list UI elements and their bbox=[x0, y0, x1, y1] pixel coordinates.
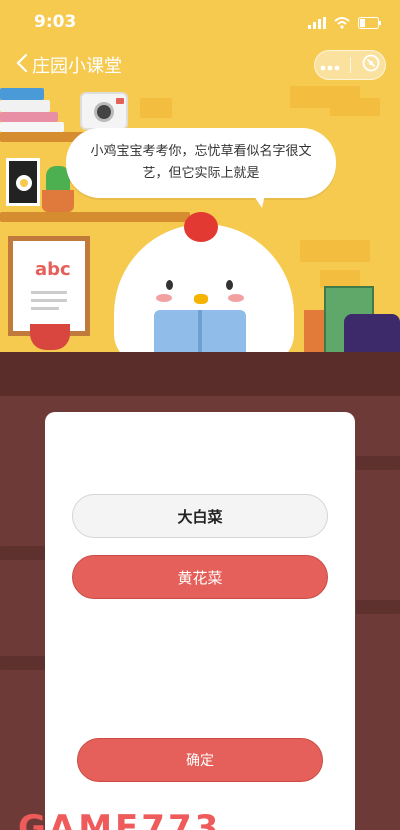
status-icons bbox=[308, 14, 382, 33]
photo-frame-icon bbox=[6, 158, 40, 206]
chicken-beak bbox=[194, 294, 208, 304]
wall-plank bbox=[0, 656, 46, 670]
shelf bbox=[0, 212, 190, 222]
signal-icon bbox=[308, 14, 326, 33]
wall-plank bbox=[0, 546, 46, 560]
chicken-mascot bbox=[114, 224, 294, 360]
wall-brick bbox=[140, 98, 172, 118]
capsule-divider bbox=[350, 57, 352, 73]
question-bubble: 小鸡宝宝考考你，忘忧草看似名字很文艺，但它实际上就是 bbox=[66, 128, 336, 198]
wall-plank bbox=[356, 600, 400, 614]
flower-pot-icon bbox=[42, 190, 74, 212]
chicken-eye bbox=[226, 280, 233, 290]
more-icon[interactable] bbox=[320, 56, 340, 75]
chicken-comb bbox=[184, 212, 218, 242]
question-text: 小鸡宝宝考考你，忘忧草看似名字很文艺，但它实际上就是 bbox=[90, 144, 312, 181]
wall-brick bbox=[330, 98, 380, 116]
battery-icon bbox=[358, 14, 382, 33]
back-button[interactable]: 庄园小课堂 bbox=[16, 52, 122, 78]
close-icon[interactable] bbox=[362, 54, 380, 76]
wall-plank bbox=[356, 456, 400, 470]
poster-text: abc bbox=[35, 259, 71, 280]
book-icon bbox=[0, 112, 58, 122]
wifi-icon bbox=[334, 14, 350, 33]
cup-icon bbox=[30, 324, 70, 350]
book-icon bbox=[0, 88, 44, 100]
watermark-text: GAME773 bbox=[18, 808, 222, 830]
book-icon bbox=[0, 100, 50, 112]
confirm-button[interactable]: 确定 bbox=[77, 738, 323, 782]
bubble-tail bbox=[250, 190, 266, 208]
nav-bar: 庄园小课堂 bbox=[0, 46, 400, 82]
page-title: 庄园小课堂 bbox=[32, 56, 122, 77]
chicken-cheek bbox=[156, 294, 172, 302]
wooden-shelf-edge bbox=[0, 352, 400, 396]
chicken-eye bbox=[166, 280, 173, 290]
answer-option-1[interactable]: 大白菜 bbox=[72, 494, 328, 538]
book-icon bbox=[0, 122, 64, 132]
status-bar: 9:03 bbox=[0, 0, 400, 44]
camera-icon bbox=[80, 92, 128, 130]
answer-option-2[interactable]: 黄花菜 bbox=[72, 555, 328, 599]
chicken-cheek bbox=[228, 294, 244, 302]
answer-card: 大白菜 黄花菜 确定 bbox=[45, 412, 355, 830]
wall-brick bbox=[300, 240, 370, 262]
mini-program-capsule bbox=[314, 50, 386, 80]
poster-frame: abc bbox=[8, 236, 90, 336]
chevron-left-icon bbox=[16, 53, 28, 77]
status-time: 9:03 bbox=[34, 12, 77, 32]
